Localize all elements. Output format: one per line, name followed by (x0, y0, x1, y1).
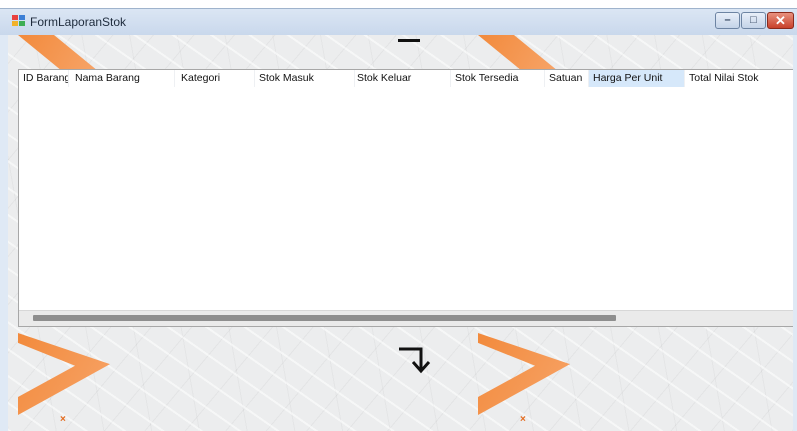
form-client-area: ID Barang Nama Barang Kategori Stok Masu… (8, 35, 793, 431)
column-header-kategori[interactable]: Kategori (177, 70, 255, 87)
close-icon: ✕ (775, 13, 786, 28)
column-header-total-nilai-stok[interactable]: Total Nilai Stok (685, 70, 793, 87)
x-mark-decoration: × (60, 414, 66, 425)
minimize-icon: – (724, 14, 731, 26)
turn-down-arrow-icon (399, 347, 431, 374)
scrollbar-thumb[interactable] (33, 315, 616, 321)
maximize-button[interactable]: □ (741, 12, 766, 29)
column-header-stok-keluar[interactable]: Stok Keluar (353, 70, 451, 87)
orange-chevron-decoration (478, 333, 570, 415)
column-header-stok-tersedia[interactable]: Stok Tersedia (451, 70, 545, 87)
background-strip (0, 0, 797, 8)
horizontal-scrollbar[interactable] (19, 310, 793, 326)
x-mark-decoration: × (520, 414, 526, 425)
column-header-nama-barang[interactable]: Nama Barang (71, 70, 175, 87)
grid-header: ID Barang Nama Barang Kategori Stok Masu… (19, 70, 793, 87)
orange-stripe-decoration (478, 35, 558, 71)
app-window: FormLaporanStok – □ ✕ ID Barang Nama Bar… (0, 8, 797, 431)
orange-stripe-decoration (18, 35, 98, 71)
stock-report-grid[interactable]: ID Barang Nama Barang Kategori Stok Masu… (18, 69, 793, 327)
title-bar[interactable]: FormLaporanStok – □ ✕ (0, 9, 797, 35)
maximize-icon: □ (750, 14, 757, 26)
column-header-stok-masuk[interactable]: Stok Masuk (255, 70, 355, 87)
window-title: FormLaporanStok (30, 15, 127, 29)
column-header-id-barang[interactable]: ID Barang (19, 70, 69, 87)
minimize-button[interactable]: – (715, 12, 740, 29)
column-header-satuan[interactable]: Satuan (545, 70, 589, 87)
orange-chevron-decoration (18, 333, 110, 415)
app-icon (12, 15, 26, 27)
close-button[interactable]: ✕ (767, 12, 794, 29)
dash-decoration (398, 39, 420, 42)
column-header-harga-per-unit[interactable]: Harga Per Unit (589, 70, 685, 87)
